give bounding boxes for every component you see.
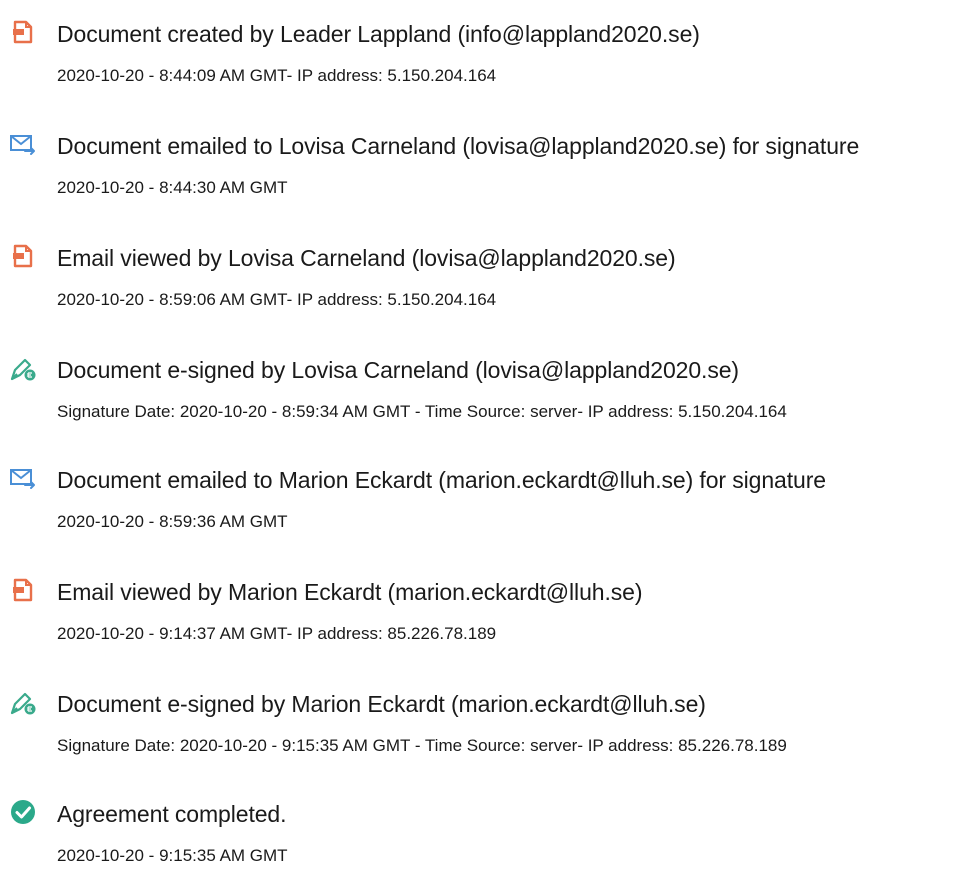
history-event: Document created by Leader Lappland (inf… — [0, 10, 971, 110]
event-title: Document created by Leader Lappland (inf… — [57, 21, 700, 47]
event-title: Document e-signed by Marion Eckardt (mar… — [57, 691, 706, 717]
history-event: Document emailed to Lovisa Carneland (lo… — [0, 122, 971, 222]
event-detail: Signature Date: 2020-10-20 - 8:59:34 AM … — [57, 402, 787, 421]
event-title: Document e-signed by Lovisa Carneland (l… — [57, 357, 739, 383]
event-detail: 2020-10-20 - 8:44:09 AM GMT- IP address:… — [57, 66, 497, 85]
event-detail: 2020-10-20 - 9:14:37 AM GMT- IP address:… — [57, 624, 497, 643]
event-title: Email viewed by Lovisa Carneland (lovisa… — [57, 245, 676, 271]
check-circle-icon — [9, 798, 37, 826]
event-detail: 2020-10-20 - 8:44:30 AM GMT — [57, 178, 288, 197]
event-detail: 2020-10-20 - 8:59:36 AM GMT — [57, 512, 288, 531]
event-detail: 2020-10-20 - 9:15:35 AM GMT — [57, 846, 288, 865]
email-icon — [9, 464, 37, 492]
sign-pen-icon — [9, 688, 37, 716]
document-icon — [9, 576, 37, 604]
history-event: Document e-signed by Lovisa Carneland (l… — [0, 346, 971, 446]
history-event: Document emailed to Marion Eckardt (mari… — [0, 456, 971, 556]
history-event: Agreement completed. 2020-10-20 - 9:15:3… — [0, 790, 971, 890]
document-icon — [9, 242, 37, 270]
event-title: Agreement completed. — [57, 801, 287, 827]
document-icon — [9, 18, 37, 46]
event-title: Document emailed to Lovisa Carneland (lo… — [57, 133, 860, 159]
sign-pen-icon — [9, 354, 37, 382]
event-detail: Signature Date: 2020-10-20 - 9:15:35 AM … — [57, 736, 787, 755]
history-event: Email viewed by Marion Eckardt (marion.e… — [0, 568, 971, 668]
event-detail: 2020-10-20 - 8:59:06 AM GMT- IP address:… — [57, 290, 497, 309]
history-event: Email viewed by Lovisa Carneland (lovisa… — [0, 234, 971, 334]
event-title: Email viewed by Marion Eckardt (marion.e… — [57, 579, 643, 605]
history-event: Document e-signed by Marion Eckardt (mar… — [0, 680, 971, 780]
event-title: Document emailed to Marion Eckardt (mari… — [57, 467, 826, 493]
email-icon — [9, 130, 37, 158]
